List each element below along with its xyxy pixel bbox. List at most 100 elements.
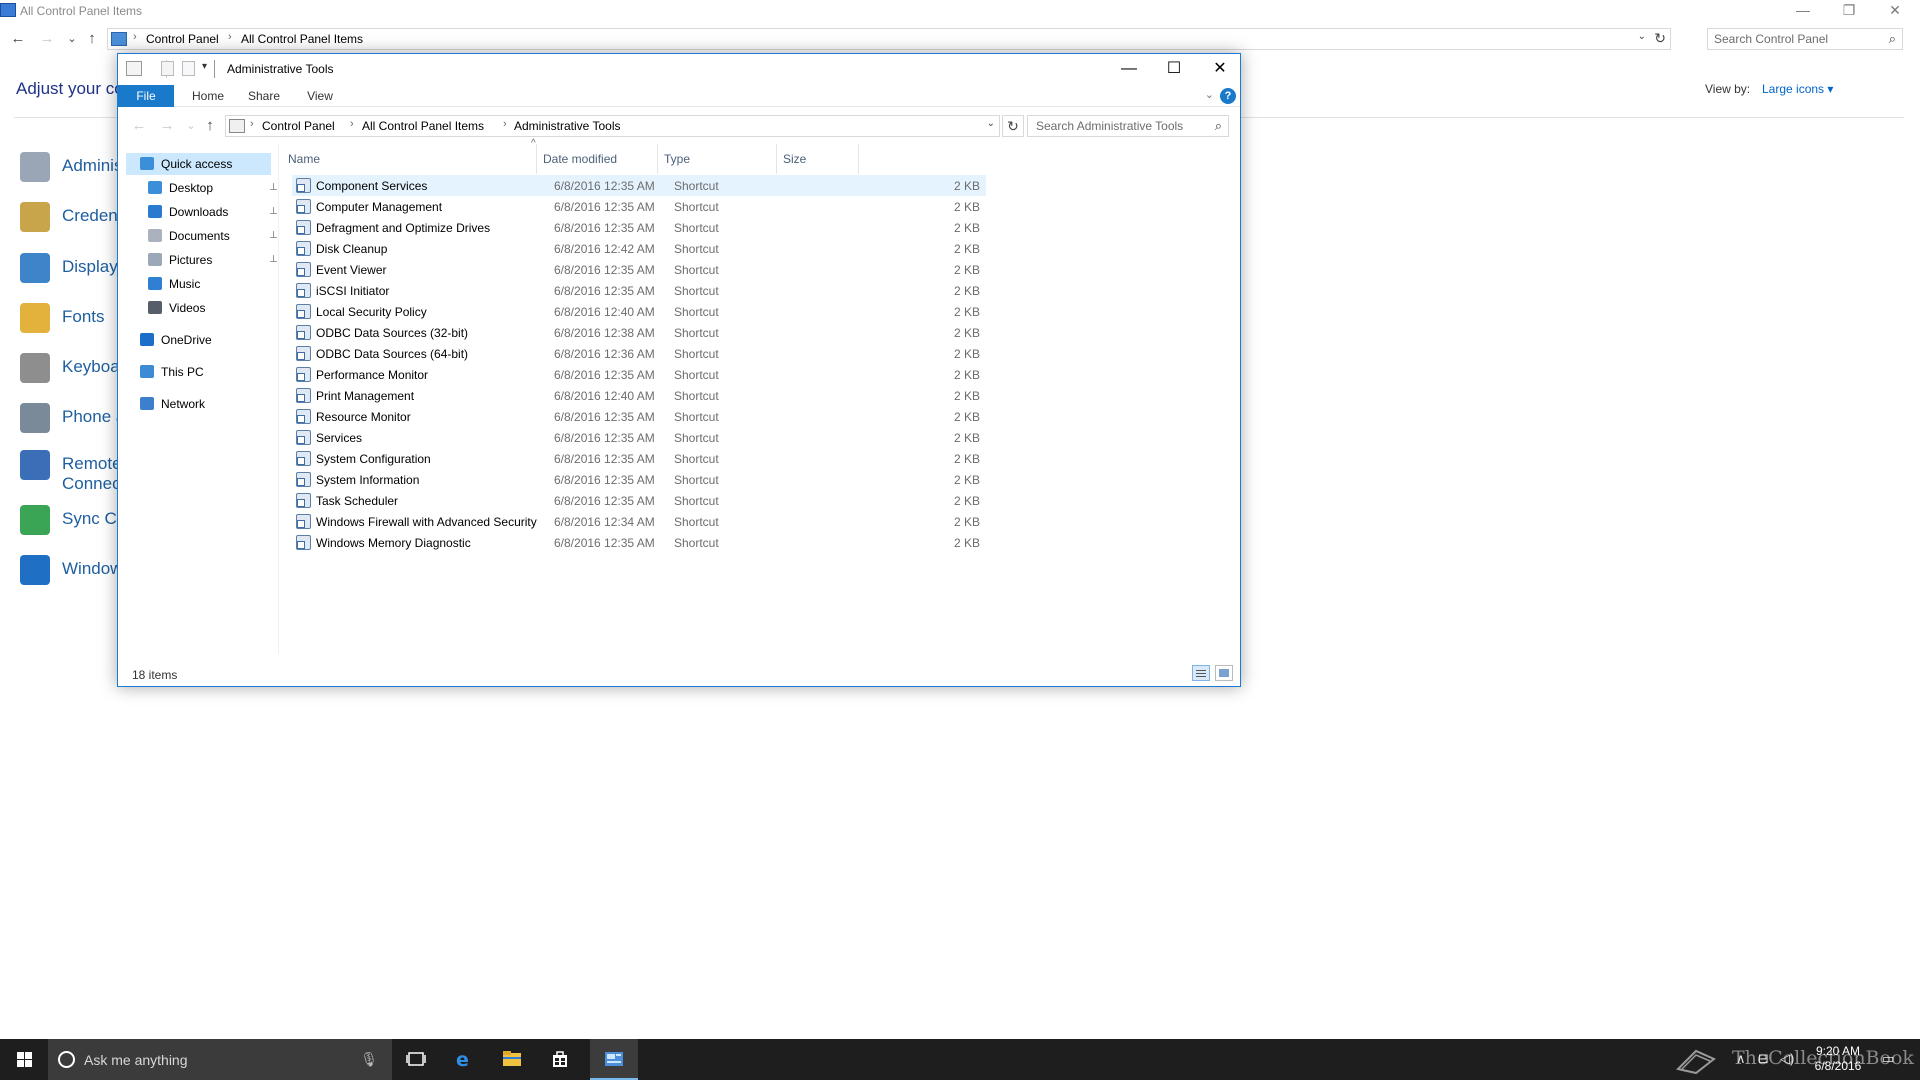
nav-item-network[interactable]: Network [126, 393, 278, 415]
bg-back-button[interactable]: ← [8, 27, 28, 51]
control-panel-item[interactable]: Display [18, 251, 128, 287]
properties-icon[interactable] [161, 61, 174, 76]
network-icon[interactable]: ⊟ [1758, 1051, 1769, 1067]
close-button[interactable]: ✕ [1197, 54, 1243, 84]
clock[interactable]: 9:20 AM 6/8/2016 [1808, 1044, 1868, 1074]
nav-item-desktop[interactable]: Desktop ⊥ [126, 177, 278, 199]
file-row[interactable]: iSCSI Initiator 6/8/2016 12:35 AM Shortcut… [292, 280, 986, 301]
file-row[interactable]: ODBC Data Sources (64-bit) 6/8/2016 12:36… [292, 343, 986, 364]
file-row[interactable]: System Configuration 6/8/2016 12:35 AM Sho… [292, 448, 986, 469]
breadcrumb-control-panel[interactable]: Control Panel [146, 32, 219, 46]
recent-locations-button[interactable]: ⌄ [181, 114, 201, 138]
collapse-ribbon-icon[interactable]: ⌄ [1205, 88, 1214, 101]
file-row[interactable]: Task Scheduler 6/8/2016 12:35 AM Shortcut 2… [292, 490, 986, 511]
file-row[interactable]: Defragment and Optimize Drives 6/8/2016 1… [292, 217, 986, 238]
quick-access-dropdown-icon[interactable]: ▾ [202, 61, 207, 72]
pin-icon[interactable]: ⊥ [269, 177, 278, 199]
edge-button[interactable]: e [440, 1039, 488, 1080]
breadcrumb-administrative-tools[interactable]: Administrative Tools [514, 119, 621, 133]
task-view-button[interactable] [392, 1039, 440, 1080]
start-button[interactable] [0, 1039, 48, 1080]
file-row[interactable]: Print Management 6/8/2016 12:40 AM Shortcu… [292, 385, 986, 406]
bg-search-input[interactable]: Search Control Panel ⌕ [1707, 28, 1903, 50]
help-icon[interactable]: ? [1220, 88, 1236, 104]
nav-item-onedrive[interactable]: OneDrive [126, 329, 278, 351]
chevron-down-icon[interactable]: ⌄ [1638, 31, 1646, 42]
column-type[interactable]: Type [658, 144, 777, 174]
minimize-button[interactable]: — [1106, 54, 1152, 84]
file-row[interactable]: Windows Firewall with Advanced Security 6… [292, 511, 986, 532]
file-row[interactable]: Performance Monitor 6/8/2016 12:35 AM Shor… [292, 364, 986, 385]
new-folder-icon[interactable] [182, 61, 195, 76]
back-button[interactable]: ← [129, 114, 149, 138]
pin-icon[interactable]: ⊥ [269, 201, 278, 223]
file-row[interactable]: Computer Management 6/8/2016 12:35 AM Shor… [292, 196, 986, 217]
file-row[interactable]: ODBC Data Sources (32-bit) 6/8/2016 12:38… [292, 322, 986, 343]
file-row[interactable]: Event Viewer 6/8/2016 12:35 AM Shortcut 2 K… [292, 259, 986, 280]
address-bar[interactable]: › Control Panel › All Control Panel Item… [225, 115, 1000, 137]
pin-icon[interactable]: ⊥ [269, 249, 278, 271]
tab-file[interactable]: File [118, 85, 174, 107]
nav-item-documents[interactable]: Documents ⊥ [126, 225, 278, 247]
pin-icon[interactable]: ⊥ [269, 225, 278, 247]
bg-close-button[interactable]: ✕ [1872, 0, 1918, 22]
control-panel-item[interactable]: Remote Connect [18, 448, 128, 493]
forward-button[interactable]: → [157, 114, 177, 138]
control-panel-taskbar-button[interactable] [590, 1039, 638, 1080]
view-by-dropdown[interactable]: Large icons ▾ [1762, 82, 1833, 96]
bg-address-bar[interactable]: › Control Panel › All Control Panel Item… [107, 28, 1671, 50]
file-row[interactable]: Local Security Policy 6/8/2016 12:40 AM Sh… [292, 301, 986, 322]
bg-forward-button[interactable]: → [37, 27, 57, 51]
bg-restore-button[interactable]: ❐ [1826, 0, 1872, 22]
refresh-button[interactable]: ↻ [1002, 115, 1024, 137]
window-menu-icon[interactable] [126, 61, 142, 76]
tray-chevron-icon[interactable]: ∧ [1736, 1051, 1746, 1067]
bg-up-button[interactable]: ↑ [82, 27, 102, 51]
details-view-button[interactable] [1192, 665, 1210, 681]
control-panel-item[interactable]: Phone a [18, 401, 128, 437]
control-panel-item[interactable]: Sync Ce [18, 503, 128, 539]
maximize-button[interactable]: ☐ [1151, 54, 1197, 84]
file-row[interactable]: Component Services 6/8/2016 12:35 AM Short… [292, 175, 986, 196]
tab-share[interactable]: Share [236, 85, 292, 107]
file-date-modified: 6/8/2016 12:34 AM [554, 515, 655, 529]
file-row[interactable]: Services 6/8/2016 12:35 AM Shortcut 2 KB [292, 427, 986, 448]
control-panel-item[interactable]: Adminis [18, 150, 128, 186]
bg-minimize-button[interactable]: — [1780, 0, 1826, 22]
breadcrumb-control-panel[interactable]: Control Panel [262, 119, 335, 133]
nav-item-this-pc[interactable]: This PC [126, 361, 278, 383]
bg-recent-button[interactable]: ⌄ [62, 27, 82, 51]
nav-item-downloads[interactable]: Downloads ⊥ [126, 201, 278, 223]
file-explorer-button[interactable] [488, 1039, 536, 1080]
nav-item-quick-access[interactable]: Quick access [126, 153, 271, 175]
control-panel-item[interactable]: Credent [18, 200, 128, 236]
nav-item-music[interactable]: Music [126, 273, 278, 295]
nav-item-pictures[interactable]: Pictures ⊥ [126, 249, 278, 271]
column-name[interactable]: Name [282, 144, 537, 174]
tab-home[interactable]: Home [180, 85, 236, 107]
column-date-modified[interactable]: Date modified [537, 144, 658, 174]
control-panel-item[interactable]: Fonts [18, 301, 128, 337]
breadcrumb-all-items[interactable]: All Control Panel Items [241, 32, 363, 46]
chevron-down-icon[interactable]: ⌄ [987, 118, 995, 129]
store-button[interactable] [536, 1039, 584, 1080]
file-row[interactable]: Disk Cleanup 6/8/2016 12:42 AM Shortcut 2 K… [292, 238, 986, 259]
volume-icon[interactable]: ◁) [1780, 1051, 1794, 1067]
column-size[interactable]: Size [777, 144, 859, 174]
control-panel-item[interactable]: Keyboar [18, 351, 128, 387]
microphone-icon[interactable]: 🎙 [360, 1051, 378, 1068]
action-center-icon[interactable]: ▭ [1882, 1051, 1894, 1067]
tab-view[interactable]: View [292, 85, 348, 107]
file-date-modified: 6/8/2016 12:35 AM [554, 494, 655, 508]
large-icons-view-button[interactable] [1215, 665, 1233, 681]
file-row[interactable]: Resource Monitor 6/8/2016 12:35 AM Shortcu… [292, 406, 986, 427]
file-row[interactable]: System Information 6/8/2016 12:35 AM Short… [292, 469, 986, 490]
refresh-icon[interactable]: ↻ [1654, 30, 1666, 47]
file-row[interactable]: Windows Memory Diagnostic 6/8/2016 12:35 … [292, 532, 986, 553]
nav-item-videos[interactable]: Videos [126, 297, 278, 319]
breadcrumb-all-items[interactable]: All Control Panel Items [362, 119, 484, 133]
up-button[interactable]: ↑ [200, 114, 220, 138]
search-input[interactable]: Search Administrative Tools ⌕ [1027, 115, 1229, 137]
control-panel-item[interactable]: Window [18, 553, 128, 589]
cortana-search-box[interactable]: Ask me anything 🎙 [48, 1039, 392, 1080]
